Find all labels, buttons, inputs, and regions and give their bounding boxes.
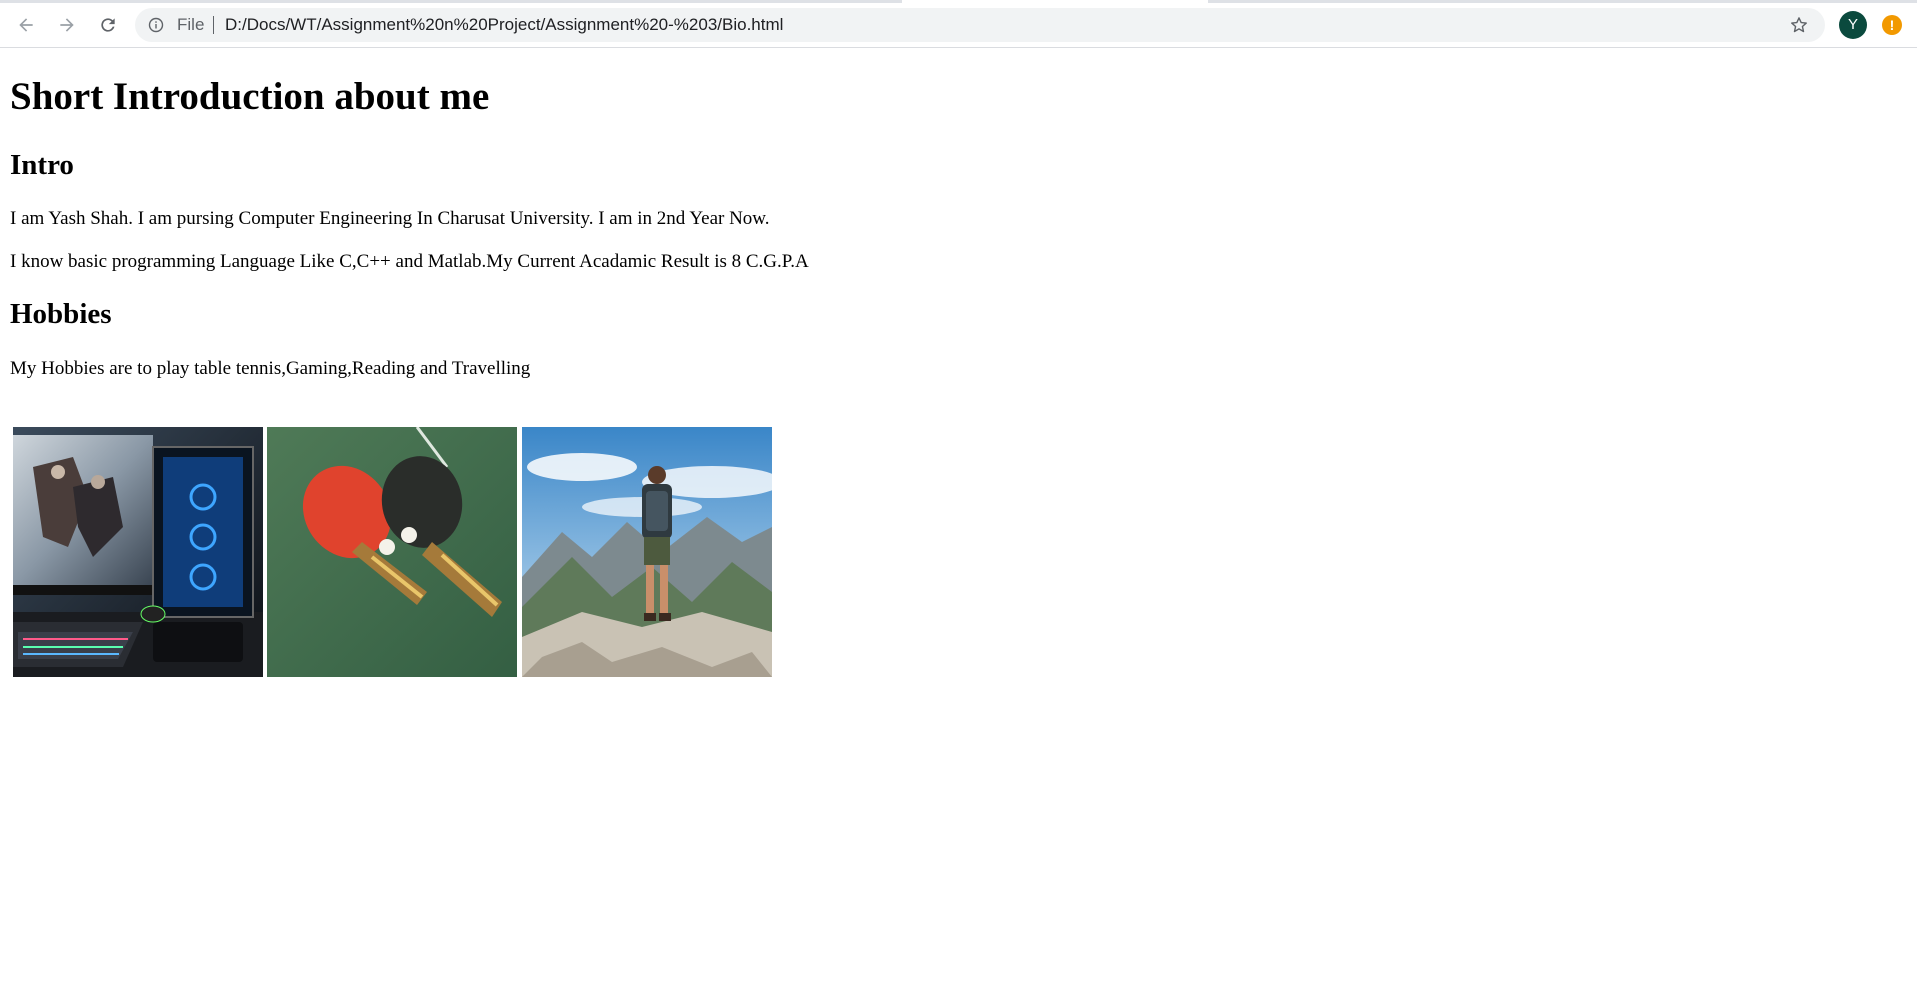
arrow-right-icon xyxy=(60,18,74,32)
address-bar[interactable]: File D:/Docs/WT/Assignment%20n%20Project… xyxy=(135,8,1825,42)
alert-icon[interactable]: ! xyxy=(1882,15,1902,35)
page-title: Short Introduction about me xyxy=(10,75,490,118)
browser-toolbar: File D:/Docs/WT/Assignment%20n%20Project… xyxy=(0,3,1917,48)
address-scheme: File xyxy=(177,15,205,34)
forward-button[interactable] xyxy=(53,11,81,39)
arrow-left-icon xyxy=(19,18,33,32)
intro-paragraph-2: I know basic programming Language Like C… xyxy=(10,251,809,272)
info-icon[interactable] xyxy=(148,17,164,33)
hobbies-paragraph: My Hobbies are to play table tennis,Gami… xyxy=(10,358,531,379)
hobbies-heading: Hobbies xyxy=(10,298,112,330)
table-tennis-image xyxy=(267,427,517,677)
intro-paragraph-1: I am Yash Shah. I am pursing Computer En… xyxy=(10,208,770,229)
reload-button[interactable] xyxy=(94,11,122,39)
reload-icon xyxy=(101,18,115,32)
address-separator xyxy=(213,16,214,34)
gaming-pc-image xyxy=(13,427,263,677)
address-url[interactable]: D:/Docs/WT/Assignment%20n%20Project/Assi… xyxy=(225,15,783,35)
bookmark-star-icon[interactable] xyxy=(1789,15,1809,35)
traveller-mountain-image xyxy=(522,427,772,677)
profile-avatar[interactable]: Y xyxy=(1839,11,1867,39)
intro-heading: Intro xyxy=(10,149,74,181)
back-button[interactable] xyxy=(12,11,40,39)
